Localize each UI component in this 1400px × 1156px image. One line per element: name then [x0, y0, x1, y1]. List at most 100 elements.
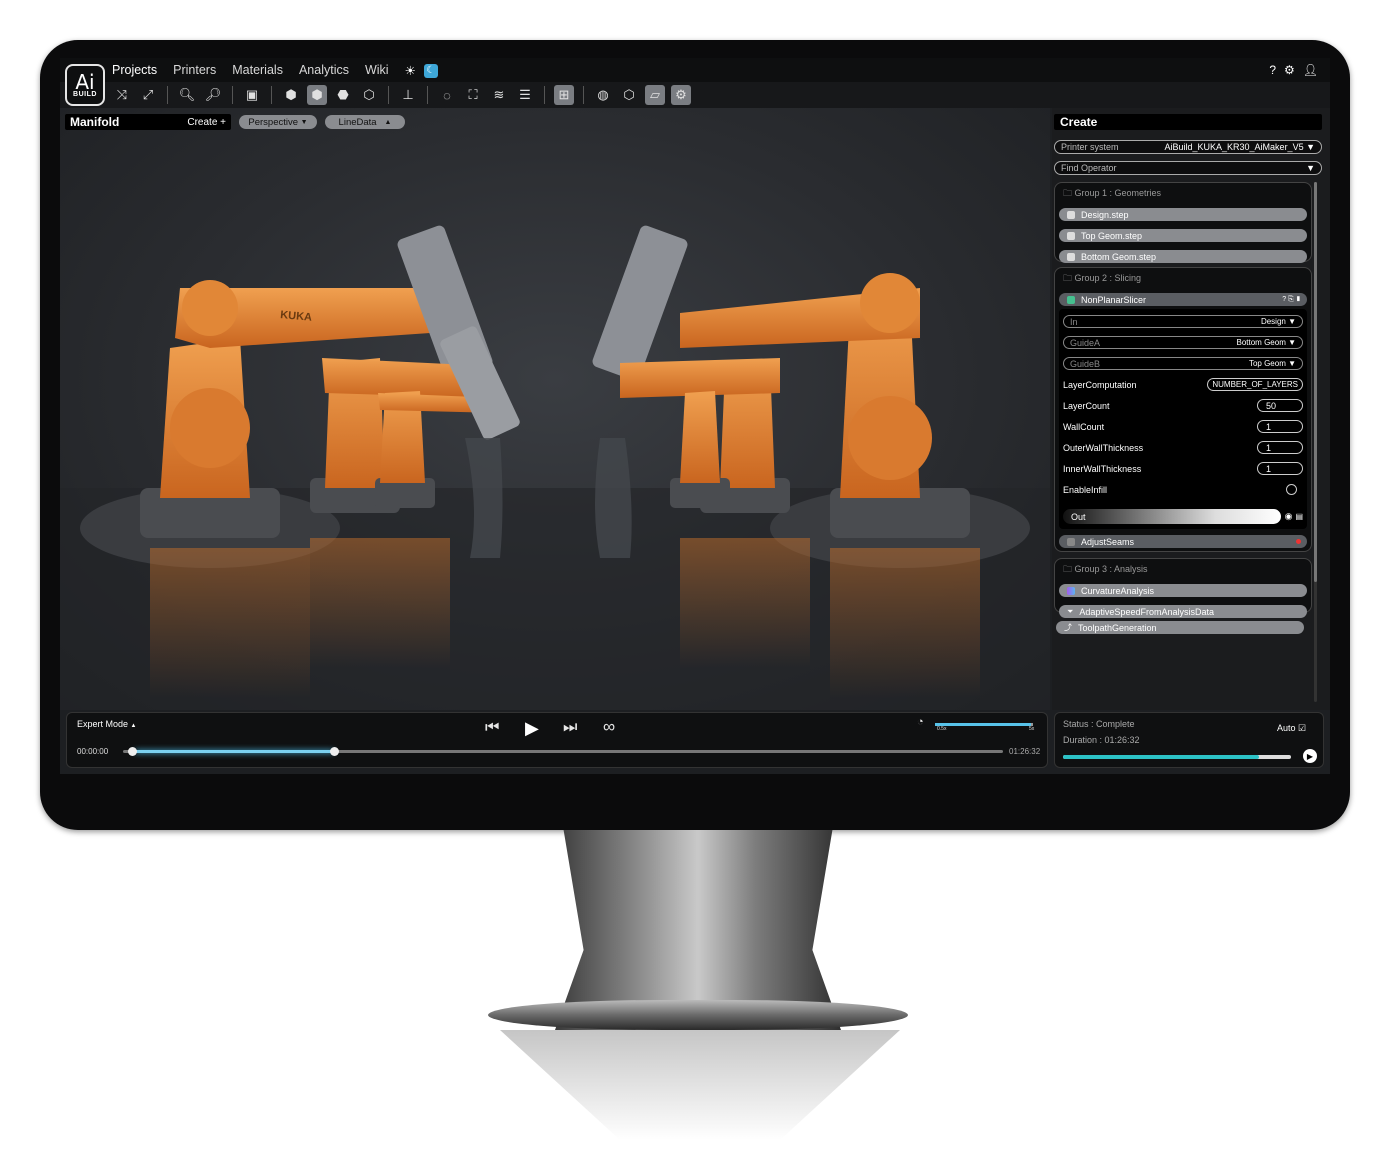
- operator-actions-icon[interactable]: ? ⎘ ▮: [1282, 296, 1301, 304]
- panel-scrollbar[interactable]: [1314, 182, 1317, 702]
- operator-curvature-analysis[interactable]: CurvatureAnalysis: [1059, 584, 1307, 597]
- loop-icon[interactable]: ∞: [603, 717, 615, 737]
- printer-bed-icon[interactable]: ▱: [645, 85, 665, 105]
- speed-min-label: 0.5x: [937, 726, 947, 732]
- toolpath-progress-fill: [1063, 755, 1260, 759]
- enable-infill-radio[interactable]: [1286, 484, 1297, 495]
- operator-toolpath-generation[interactable]: ⤴ ToolpathGeneration: [1056, 621, 1304, 634]
- camera-mode-label: Perspective: [248, 116, 299, 128]
- layer-count-input[interactable]: 50: [1257, 399, 1303, 412]
- status-panel: Status : Complete Duration : 01:26:32 Au…: [1054, 712, 1324, 768]
- input-label: GuideB: [1070, 358, 1101, 369]
- 3d-viewport[interactable]: KUKA Manifold Create + Perspective ▼ Lin…: [60, 108, 1050, 710]
- skip-back-icon[interactable]: ⏮: [485, 719, 499, 737]
- monitor-stand-reflection: [500, 1030, 900, 1140]
- operator-adjust-seams[interactable]: AdjustSeams: [1059, 535, 1307, 548]
- menu-item-analytics[interactable]: Analytics: [299, 63, 349, 78]
- expert-mode-toggle[interactable]: Expert Mode ▲: [77, 719, 137, 729]
- layers-icon[interactable]: ≋: [489, 85, 509, 105]
- operator-adaptive-speed[interactable]: ⏷ AdaptiveSpeedFromAnalysisData: [1059, 605, 1307, 618]
- circle-select-icon[interactable]: ◌: [437, 85, 457, 105]
- eye-icon[interactable]: ◉: [1285, 511, 1293, 522]
- input-guide-a[interactable]: GuideA Bottom Geom ▼: [1063, 336, 1303, 349]
- menu-item-printers[interactable]: Printers: [173, 63, 216, 78]
- playback-bar: Expert Mode ▲ ⏮ ▶ ⏭ ∞ ◔ 0.5x 5x 00:00:00…: [66, 712, 1048, 768]
- param-label: EnableInfill: [1063, 484, 1108, 495]
- input-label: In: [1070, 316, 1078, 327]
- printer-system-select[interactable]: Printer system AiBuild_KUKA_KR30_AiMaker…: [1054, 140, 1322, 154]
- outer-wall-thickness-input[interactable]: 1: [1257, 441, 1303, 454]
- zoom-icon[interactable]: 🔍︎: [177, 85, 197, 105]
- toolbar-divider: [583, 86, 584, 104]
- gear-icon[interactable]: ⚙: [1284, 63, 1295, 77]
- display-mode-label: LineData: [338, 116, 377, 128]
- input-value: Top Geom: [1248, 359, 1286, 368]
- menu-item-materials[interactable]: Materials: [232, 63, 283, 78]
- timeline-track[interactable]: [123, 747, 1003, 756]
- auto-label: Auto: [1277, 723, 1296, 733]
- create-button[interactable]: Create +: [187, 117, 226, 128]
- seams-icon: [1067, 537, 1075, 546]
- layer-computation-select[interactable]: NUMBER_OF_LAYERS: [1207, 378, 1303, 391]
- wall-count-input[interactable]: 1: [1257, 420, 1303, 433]
- checkbox-icon[interactable]: ☑: [1298, 723, 1306, 733]
- robot-arm-icon[interactable]: ⚙: [671, 85, 691, 105]
- play-icon[interactable]: ▶: [525, 718, 539, 739]
- input-in[interactable]: In Design ▼: [1063, 315, 1303, 328]
- mode-label: Expert Mode: [77, 719, 129, 729]
- input-value: Bottom Geom: [1236, 338, 1286, 347]
- bounding-box-icon[interactable]: ⛶: [463, 85, 483, 105]
- cube-icon[interactable]: ⬡: [619, 85, 639, 105]
- play-circle-icon[interactable]: ▶: [1303, 749, 1317, 763]
- material-view-icon[interactable]: ⬣: [333, 85, 353, 105]
- input-value: Design: [1260, 317, 1286, 326]
- solid-view-icon[interactable]: ⬢: [281, 85, 301, 105]
- aibuild-logo[interactable]: Ai BUILD: [65, 64, 105, 106]
- wireframe-view-icon[interactable]: ⬡: [359, 85, 379, 105]
- expand-icon[interactable]: ⤢: [138, 85, 158, 105]
- chevron-up-icon: ▲: [384, 118, 392, 126]
- list-item-bottom-geom-step[interactable]: Bottom Geom.step: [1059, 250, 1307, 263]
- operator-title: ToolpathGeneration: [1078, 622, 1157, 633]
- moon-icon[interactable]: ☾: [423, 63, 438, 78]
- grid-icon[interactable]: ⊞: [554, 85, 574, 105]
- slicer-icon: [1067, 295, 1075, 304]
- output-bar[interactable]: Out: [1063, 509, 1281, 524]
- menu-item-projects[interactable]: Projects: [112, 63, 157, 78]
- screenshot-icon[interactable]: ▣: [242, 85, 262, 105]
- auto-toggle[interactable]: Auto ☑: [1277, 723, 1306, 734]
- printer-system-value: AiBuild_KUKA_KR30_AiMaker_V5: [1164, 142, 1304, 152]
- menu-item-wiki[interactable]: Wiki: [365, 63, 389, 78]
- toolbar-divider: [388, 86, 389, 104]
- operator-title: AdjustSeams: [1081, 536, 1135, 547]
- list-item-design-step[interactable]: Design.step: [1059, 208, 1307, 221]
- camera-mode-dropdown[interactable]: Perspective ▼: [239, 115, 317, 129]
- user-icon[interactable]: 👤︎: [1303, 63, 1318, 77]
- robot-scene: KUKA: [60, 225, 1050, 710]
- time-start: 00:00:00: [77, 747, 109, 756]
- collapse-icon[interactable]: ⤨: [112, 85, 132, 105]
- axis-icon[interactable]: ⊥: [398, 85, 418, 105]
- save-icon[interactable]: ▤: [1295, 512, 1303, 521]
- speed-slider[interactable]: [935, 723, 1033, 726]
- timeline-playhead[interactable]: [330, 747, 339, 756]
- zoom-fit-icon[interactable]: 🔎︎: [203, 85, 223, 105]
- shaded-view-icon[interactable]: ⬢: [307, 85, 327, 105]
- input-guide-b[interactable]: GuideB Top Geom ▼: [1063, 357, 1303, 370]
- sun-icon[interactable]: ☀: [405, 63, 416, 78]
- inner-wall-thickness-input[interactable]: 1: [1257, 462, 1303, 475]
- timeline-start-handle[interactable]: [128, 747, 137, 756]
- list-icon[interactable]: ☰: [515, 85, 535, 105]
- param-label: InnerWallThickness: [1063, 463, 1142, 474]
- globe-icon[interactable]: ◍: [593, 85, 613, 105]
- scrollbar-thumb[interactable]: [1314, 182, 1317, 582]
- operator-params: In Design ▼ GuideA Bottom Geom ▼ GuideB Top…: [1059, 309, 1307, 529]
- list-item-top-geom-step[interactable]: Top Geom.step: [1059, 229, 1307, 242]
- find-operator-select[interactable]: Find Operator ▼: [1054, 161, 1322, 175]
- group-title: Group 2 : Slicing: [1074, 273, 1142, 283]
- operator-nonplanar-slicer[interactable]: NonPlanarSlicer ? ⎘ ▮: [1059, 293, 1307, 306]
- help-icon[interactable]: ?: [1269, 63, 1276, 77]
- display-mode-dropdown[interactable]: LineData ▲: [325, 115, 405, 129]
- item-label: Design.step: [1081, 209, 1129, 220]
- skip-forward-icon[interactable]: ⏭: [563, 719, 577, 737]
